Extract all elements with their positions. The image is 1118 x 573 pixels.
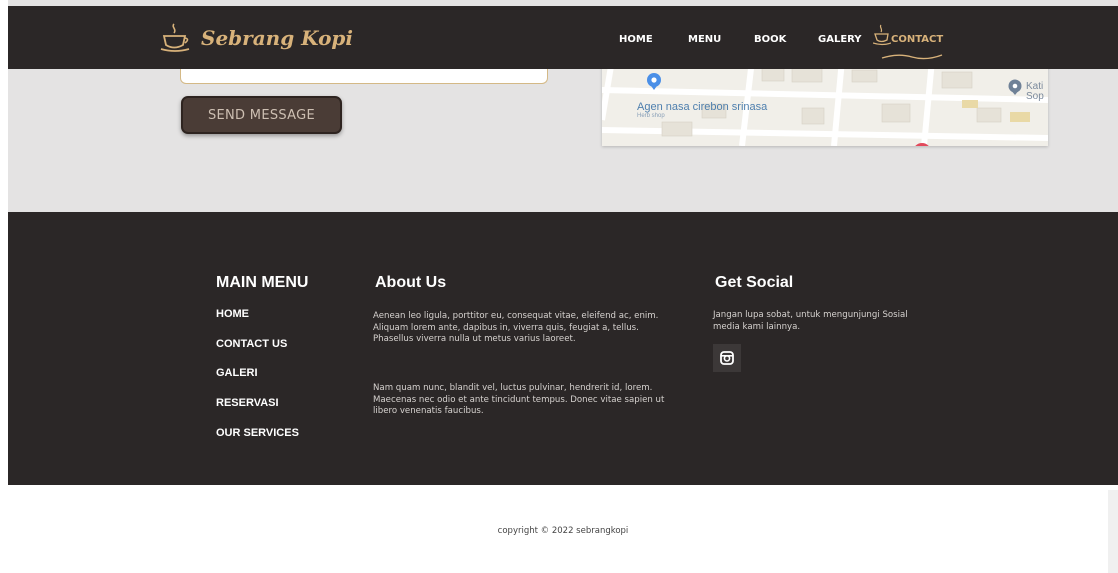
about-us-paragraph-1: Aenean leo ligula, porttitor eu, consequ…: [373, 311, 659, 344]
coffee-cup-logo-icon: [160, 23, 190, 52]
navbar: Sebrang Kopi HOME MENU BOOK GALERY CONTA…: [8, 6, 1118, 69]
nav-galery[interactable]: GALERY: [818, 34, 862, 45]
footer: MAIN MENU HOME CONTACT US GALERI RESERVA…: [8, 212, 1118, 485]
footer-link-home[interactable]: HOME: [216, 308, 249, 320]
about-us-heading: About Us: [375, 274, 447, 291]
footer-link-contact-us[interactable]: CONTACT US: [216, 338, 287, 350]
nav-home[interactable]: HOME: [619, 34, 653, 45]
instagram-link[interactable]: [713, 344, 741, 372]
about-us-paragraph-2: Nam quam nunc, blandit vel, luctus pulvi…: [373, 383, 665, 416]
coffee-cup-icon: [873, 24, 891, 46]
main-menu-heading: MAIN MENU: [216, 274, 309, 291]
brand-name[interactable]: Sebrang Kopi: [201, 26, 353, 50]
footer-link-reservasi[interactable]: RESERVASI: [216, 397, 279, 409]
get-social-heading: Get Social: [715, 274, 794, 291]
get-social-text: Jangan lupa sobat, untuk mengunjungi Sos…: [713, 310, 908, 332]
nav-contact[interactable]: CONTACT: [891, 34, 943, 45]
footer-link-our-services[interactable]: OUR SERVICES: [216, 427, 299, 439]
footer-link-galeri[interactable]: GALERI: [216, 367, 258, 379]
nav-active-underline: [881, 54, 943, 60]
instagram-icon: [720, 351, 734, 365]
map-place-label: Agen nasa cirebon srinasa: [637, 101, 768, 113]
page: SEND MESSAGE Agen nasa cirebon srinasa H…: [8, 0, 1118, 573]
scrollbar-track[interactable]: [1108, 490, 1118, 573]
copyright-text: copyright © 2022 sebrangkopi: [497, 526, 629, 536]
map-embed[interactable]: Agen nasa cirebon srinasa Herb shop Kati…: [602, 60, 1048, 146]
nav-book[interactable]: BOOK: [754, 34, 786, 45]
map-place-sub: Herb shop: [637, 113, 665, 119]
nav-menu[interactable]: MENU: [688, 34, 721, 45]
map-side-label: Kati Sop: [1026, 81, 1044, 102]
send-message-button[interactable]: SEND MESSAGE: [181, 96, 342, 134]
